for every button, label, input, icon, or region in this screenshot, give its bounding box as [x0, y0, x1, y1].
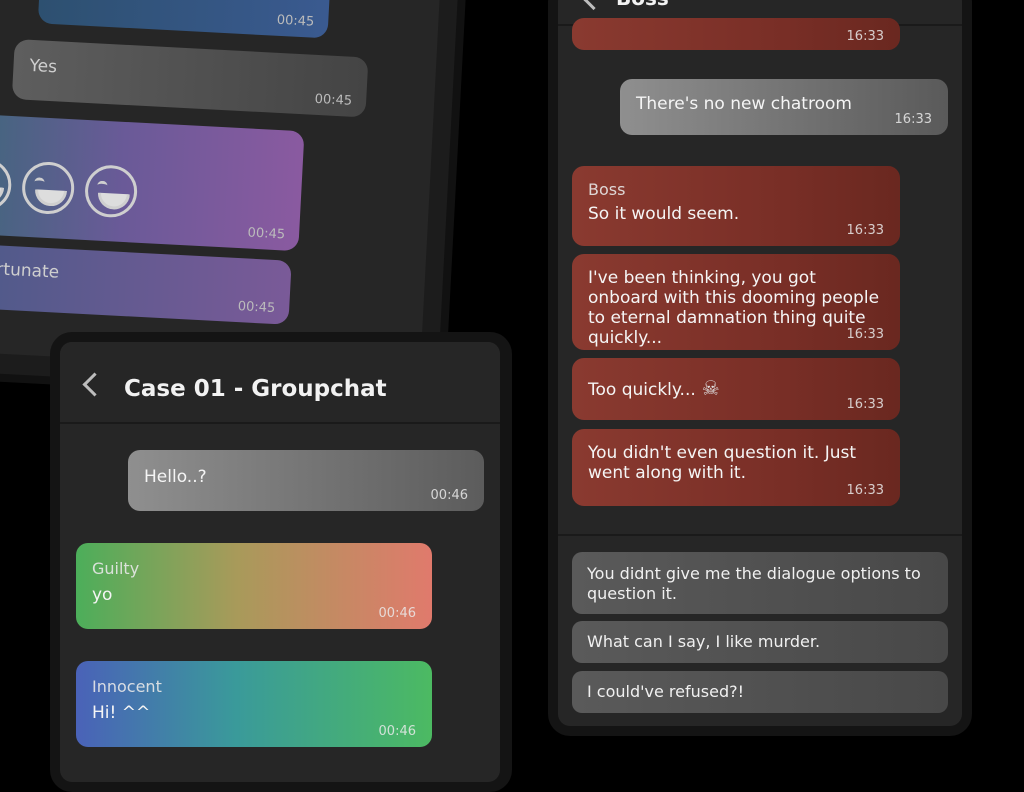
skull-emoji-icon: ☠: [701, 376, 720, 400]
groupchat-screen: Case 01 - Groupchat Hello..? 00:46 Guilt…: [60, 342, 500, 782]
dialogue-option-3[interactable]: I could've refused?!: [572, 671, 948, 713]
tilted-message-idk: idk 00:45: [0, 112, 305, 252]
background-chat-screen: 00:45 Yes 00:45 idk 00:45 Unfortunate 00…: [0, 0, 442, 376]
message-text: Too quickly... ☠: [588, 376, 720, 400]
outgoing-message: Hello..? 00:46: [128, 450, 484, 511]
message-text: There's no new chatroom: [636, 94, 852, 114]
laughing-emoji-icon: [83, 163, 139, 219]
sender-name: Boss: [588, 180, 626, 199]
dialogue-option-1[interactable]: You didnt give me the dialogue options t…: [572, 552, 948, 614]
incoming-message: You didn't even question it. Just went a…: [572, 429, 900, 506]
message-text: Yes: [29, 55, 58, 78]
option-text: I could've refused?!: [587, 682, 745, 701]
incoming-message-guilty: Guilty yo 00:46: [76, 543, 432, 629]
tilted-message-unfortunate: Unfortunate 00:45: [0, 242, 292, 325]
incoming-message: Too quickly... ☠ 16:33: [572, 358, 900, 420]
outgoing-message: There's no new chatroom 16:33: [620, 79, 948, 135]
message-time: 16:33: [846, 223, 884, 238]
back-chevron-icon[interactable]: [582, 0, 605, 11]
message-text: Hi! ^^: [92, 703, 151, 723]
sender-name: Guilty: [92, 559, 140, 578]
message-text: So it would seem.: [588, 204, 740, 224]
message-time: 16:33: [846, 397, 884, 412]
option-text: You didnt give me the dialogue options t…: [587, 564, 921, 603]
message-time: 00:46: [378, 724, 416, 739]
chat-title: Case 01 - Groupchat: [124, 376, 387, 402]
sender-name: Innocent: [92, 677, 162, 696]
message-time: 00:46: [378, 606, 416, 621]
emoji-row: [0, 157, 145, 223]
message-time: 00:45: [237, 299, 276, 317]
message-text: yo: [92, 585, 113, 605]
message-time: 16:33: [846, 483, 884, 498]
message-time: 00:46: [430, 488, 468, 503]
boss-chat-screen: Boss 16:33 There's no new chatroom 16:33…: [558, 0, 962, 726]
message-time: 00:45: [276, 12, 315, 30]
incoming-message-boss: Boss So it would seem. 16:33: [572, 166, 900, 246]
message-time: 16:33: [846, 29, 884, 44]
message-text: Unfortunate: [0, 257, 60, 283]
tilted-message-1: 00:45: [37, 0, 331, 39]
chat-title: Boss: [616, 0, 669, 10]
laughing-emoji-icon: [20, 160, 76, 216]
incoming-message-innocent: Innocent Hi! ^^ 00:46: [76, 661, 432, 747]
message-text: You didn't even question it. Just went a…: [588, 443, 857, 483]
laughing-emoji-icon: [0, 157, 13, 213]
message-time: 16:33: [846, 327, 884, 342]
incoming-message: I've been thinking, you got onboard with…: [572, 254, 900, 350]
option-text: What can I say, I like murder.: [587, 632, 821, 651]
options-divider: [558, 534, 962, 536]
message-time: 16:33: [894, 112, 932, 127]
message-text: I've been thinking, you got onboard with…: [588, 268, 880, 348]
dialogue-option-2[interactable]: What can I say, I like murder.: [572, 621, 948, 663]
chat-header: Case 01 - Groupchat: [60, 342, 500, 424]
tilted-message-yes: Yes 00:45: [11, 39, 369, 118]
message-time: 00:45: [314, 91, 353, 109]
incoming-message-partial: 16:33: [572, 18, 900, 50]
message-text: Hello..?: [144, 467, 207, 487]
message-time: 00:45: [247, 225, 286, 243]
back-chevron-icon[interactable]: [82, 372, 107, 397]
